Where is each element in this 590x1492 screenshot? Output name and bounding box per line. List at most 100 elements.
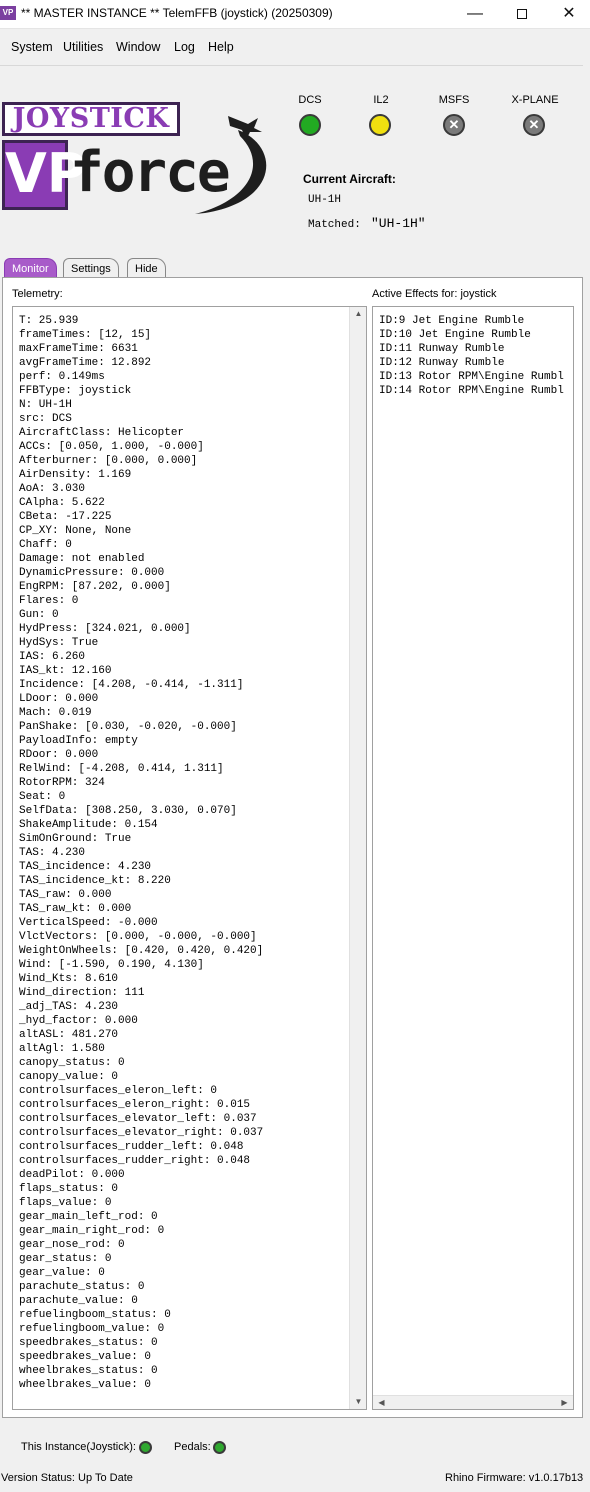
menu-utilities[interactable]: Utilities <box>63 40 103 54</box>
telemetry-row: perf: 0.149ms <box>19 371 105 383</box>
telemetry-row: AirDensity: 1.169 <box>19 469 132 481</box>
telemetry-list[interactable]: T: 25.939 frameTimes: [12, 15] maxFrameTim… <box>12 306 367 1410</box>
telemetry-row: Incidence: [4.208, -0.414, -1.311] <box>19 679 244 691</box>
telemetry-row: RelWind: [-4.208, 0.414, 1.311] <box>19 763 224 775</box>
title-bar: VP ** MASTER INSTANCE ** TelemFFB (joyst… <box>0 0 590 29</box>
telemetry-row: DynamicPressure: 0.000 <box>19 567 165 579</box>
telemetry-row: IAS_kt: 12.160 <box>19 665 112 677</box>
jet-icon <box>228 116 262 140</box>
sim-msfs-label: MSFS <box>438 94 470 106</box>
menu-help[interactable]: Help <box>208 40 234 54</box>
tab-monitor[interactable]: Monitor <box>4 258 57 278</box>
telemetry-row: gear_value: 0 <box>19 1267 105 1279</box>
effect-row: ID:12 Runway Rumble <box>379 357 505 369</box>
telemetry-row: ACCs: [0.050, 1.000, -0.000] <box>19 441 204 453</box>
telemetry-row: AircraftClass: Helicopter <box>19 427 185 439</box>
telemetry-row: SelfData: [308.250, 3.030, 0.070] <box>19 805 237 817</box>
telemetry-row: controlsurfaces_eleron_right: 0.015 <box>19 1099 251 1111</box>
sim-dcs-label: DCS <box>298 94 322 106</box>
telemetry-row: Gun: 0 <box>19 609 59 621</box>
telemetry-row: FFBType: joystick <box>19 385 132 397</box>
telemetry-row: speedbrakes_status: 0 <box>19 1337 158 1349</box>
telemetry-row: TAS_incidence_kt: 8.220 <box>19 875 171 887</box>
telemetry-row: wheelbrakes_status: 0 <box>19 1365 158 1377</box>
telemetry-row: Wind: [-1.590, 0.190, 4.130] <box>19 959 204 971</box>
menu-bar: System Utilities Window Log Help <box>0 37 590 59</box>
scroll-up-icon[interactable]: ▲ <box>350 307 366 321</box>
telemetry-row: CAlpha: 5.622 <box>19 497 105 509</box>
telemetry-row: TAS_raw: 0.000 <box>19 889 112 901</box>
telemetry-row: N: UH-1H <box>19 399 72 411</box>
effect-row: ID:14 Rotor RPM\Engine Rumbl <box>379 385 564 397</box>
telemetry-row: frameTimes: [12, 15] <box>19 329 152 341</box>
sim-xplane: X-PLANE ✕ <box>505 94 565 136</box>
telemetry-row: refuelingboom_value: 0 <box>19 1323 165 1335</box>
telemetry-scrollbar[interactable]: ▲ ▼ <box>349 307 366 1409</box>
telemetry-row: controlsurfaces_elevator_left: 0.037 <box>19 1113 257 1125</box>
telemetry-lines: T: 25.939 frameTimes: [12, 15] maxFrameTim… <box>19 314 263 1392</box>
telemetry-row: altAgl: 1.580 <box>19 1043 105 1055</box>
instance-status-led <box>139 1441 152 1454</box>
telemetry-row: controlsurfaces_rudder_right: 0.048 <box>19 1155 251 1167</box>
scroll-left-icon[interactable]: ◀ <box>373 1396 390 1409</box>
close-icon[interactable]: ✕ <box>546 0 590 28</box>
sim-dcs: DCS <box>280 94 340 136</box>
active-effects-label: Active Effects for: joystick <box>372 288 497 300</box>
telemetry-row: Chaff: 0 <box>19 539 72 551</box>
telemetry-row: avgFrameTime: 12.892 <box>19 357 152 369</box>
scroll-right-icon[interactable]: ▶ <box>556 1396 573 1409</box>
telemetry-row: HydPress: [324.021, 0.000] <box>19 623 191 635</box>
telemetry-row: speedbrakes_value: 0 <box>19 1351 152 1363</box>
logo-swoosh-icon <box>195 116 267 214</box>
current-aircraft-value: UH-1H <box>308 194 342 206</box>
telemetry-row: controlsurfaces_elevator_right: 0.037 <box>19 1127 264 1139</box>
maximize-icon[interactable] <box>499 0 545 28</box>
telemetry-row: RotorRPM: 324 <box>19 777 105 789</box>
scroll-down-icon[interactable]: ▼ <box>350 1395 366 1409</box>
effect-row: ID:10 Jet Engine Rumble <box>379 329 531 341</box>
telemetry-row: PayloadInfo: empty <box>19 735 138 747</box>
telemetry-row: Seat: 0 <box>19 791 66 803</box>
telemetry-row: deadPilot: 0.000 <box>19 1169 125 1181</box>
sim-xplane-disabled-icon: ✕ <box>523 114 545 136</box>
effect-lines: ID:9 Jet Engine Rumble ID:10 Jet Engine R… <box>379 314 564 398</box>
telemetry-row: Wind_Kts: 8.610 <box>19 973 119 985</box>
menu-window[interactable]: Window <box>116 40 160 54</box>
telemetry-row: controlsurfaces_rudder_left: 0.048 <box>19 1141 244 1153</box>
menu-system[interactable]: System <box>11 40 53 54</box>
telemetry-row: CBeta: -17.225 <box>19 511 112 523</box>
telemetry-row: Damage: not enabled <box>19 553 145 565</box>
vpforce-logo: JOYSTICK VP force <box>0 96 275 218</box>
sim-il2-label: IL2 <box>373 94 389 106</box>
tab-settings[interactable]: Settings <box>63 258 119 278</box>
firmware-version: Rhino Firmware: v1.0.17b13 <box>445 1472 584 1484</box>
monitor-panel: Telemetry: Active Effects for: joystick … <box>2 277 583 1418</box>
telemetry-row: RDoor: 0.000 <box>19 749 99 761</box>
menu-log[interactable]: Log <box>174 40 195 54</box>
telemetry-row: TAS_incidence: 4.230 <box>19 861 152 873</box>
instance-label: This Instance(Joystick): <box>21 1441 136 1453</box>
telemetry-row: canopy_status: 0 <box>19 1057 125 1069</box>
telemetry-row: TAS_raw_kt: 0.000 <box>19 903 132 915</box>
telemetry-row: Wind_direction: 111 <box>19 987 145 999</box>
telemetry-row: controlsurfaces_eleron_left: 0 <box>19 1085 218 1097</box>
telemetry-row: Flares: 0 <box>19 595 79 607</box>
telemetry-row: VlctVectors: [0.000, -0.000, -0.000] <box>19 931 257 943</box>
telemetry-row: gear_nose_rod: 0 <box>19 1239 125 1251</box>
active-effects-list[interactable]: ID:9 Jet Engine Rumble ID:10 Jet Engine R… <box>372 306 574 1410</box>
effects-hscrollbar[interactable]: ◀ ▶ <box>373 1395 573 1409</box>
telemetry-row: maxFrameTime: 6631 <box>19 343 138 355</box>
effect-row: ID:13 Rotor RPM\Engine Rumbl <box>379 371 564 383</box>
telemetry-row: altASL: 481.270 <box>19 1029 119 1041</box>
sim-dcs-status-icon <box>299 114 321 136</box>
current-aircraft-label: Current Aircraft: <box>303 172 396 186</box>
telemetry-row: wheelbrakes_value: 0 <box>19 1379 152 1391</box>
effect-row: ID:11 Runway Rumble <box>379 343 505 355</box>
telemetry-row: WeightOnWheels: [0.420, 0.420, 0.420] <box>19 945 264 957</box>
sim-il2-status-icon <box>369 114 391 136</box>
tab-hide[interactable]: Hide <box>127 258 166 278</box>
telemetry-row: _hyd_factor: 0.000 <box>19 1015 138 1027</box>
telemetry-row: ShakeAmplitude: 0.154 <box>19 819 158 831</box>
telemetry-row: gear_status: 0 <box>19 1253 112 1265</box>
minimize-icon[interactable]: — <box>452 0 498 28</box>
